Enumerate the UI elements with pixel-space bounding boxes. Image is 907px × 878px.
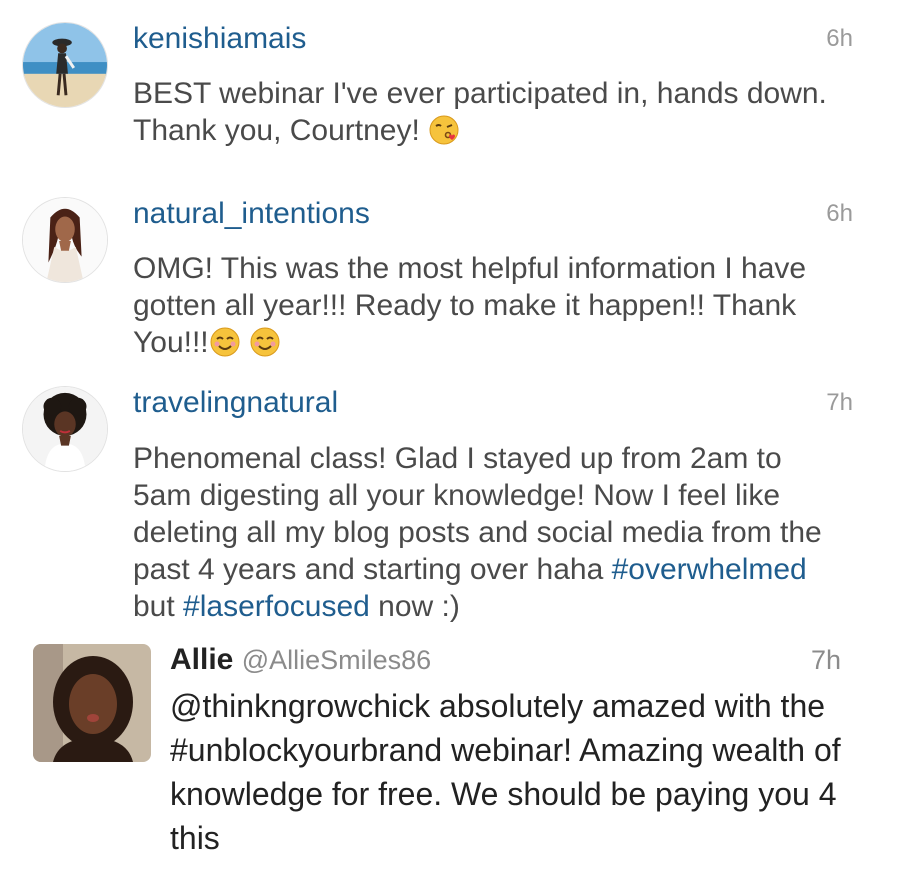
tweet-timestamp: 7h	[810, 645, 841, 675]
portrait-photo-icon	[23, 387, 107, 471]
smiling-face-emoji-icon	[209, 326, 241, 358]
hashtag-link[interactable]: #laserfocused	[183, 590, 370, 623]
avatar[interactable]	[22, 22, 108, 108]
comment-text: Phenomenal class! Glad I stayed up from …	[133, 440, 833, 625]
hashtag-link[interactable]: #overwhelmed	[612, 553, 807, 586]
comment-body: now :)	[369, 590, 460, 623]
comment-item: kenishiamais 6h BEST webinar I've ever p…	[0, 18, 907, 178]
comment-text: BEST webinar I've ever participated in, …	[133, 75, 833, 149]
kissing-heart-emoji-icon	[428, 114, 460, 146]
timestamp: 6h	[826, 25, 853, 52]
comment-body: but	[133, 590, 184, 623]
tweet-avatar[interactable]	[33, 644, 151, 762]
comments-screen: kenishiamais 6h BEST webinar I've ever p…	[0, 0, 907, 878]
comment-item: natural_intentions 6h OMG! This was the …	[0, 194, 907, 384]
comment-item: travelingnatural 7h Phenomenal class! Gl…	[0, 382, 907, 632]
username-link[interactable]: travelingnatural	[133, 385, 338, 421]
tweet-text: @thinkngrowchick absolutely amazed with …	[170, 688, 841, 856]
avatar[interactable]	[22, 386, 108, 472]
tweet-author-name[interactable]: Allie	[170, 643, 233, 676]
tweet-author-handle[interactable]: @AllieSmiles86	[242, 645, 431, 675]
comment-body: BEST webinar I've ever participated in, …	[133, 77, 827, 147]
username-link[interactable]: natural_intentions	[133, 196, 370, 232]
tweet-header: Allie @AllieSmiles86	[170, 640, 431, 680]
smiling-face-emoji-icon	[249, 326, 281, 358]
comment-text: OMG! This was the most helpful informati…	[133, 250, 833, 361]
username-link[interactable]: kenishiamais	[133, 21, 306, 57]
avatar[interactable]	[22, 197, 108, 283]
timestamp: 7h	[826, 389, 853, 416]
timestamp: 6h	[826, 200, 853, 227]
tweet-card: Allie @AllieSmiles86 7h @thinkngrowchick…	[0, 640, 907, 878]
portrait-photo-icon	[23, 198, 107, 282]
selfie-photo-icon	[33, 644, 151, 762]
beach-photo-icon	[23, 23, 107, 107]
